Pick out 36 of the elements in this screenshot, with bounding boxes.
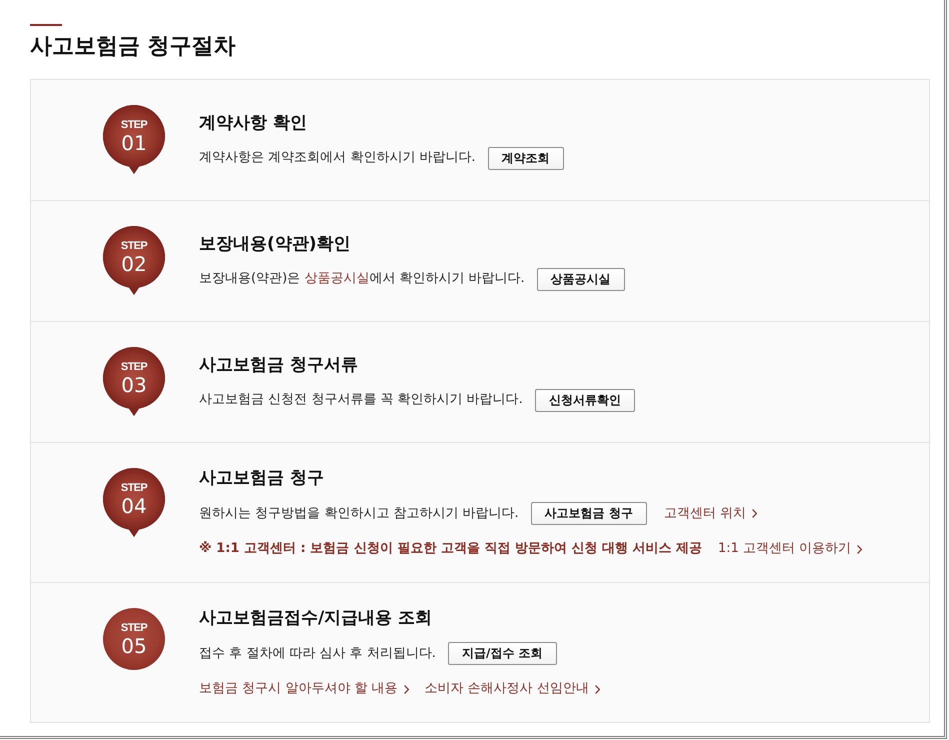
- text-link[interactable]: 소비자 손해사정사 선임안내: [424, 679, 600, 699]
- step-label: STEP: [120, 240, 148, 252]
- chevron-icon: [857, 544, 862, 554]
- chevron-icon: [594, 684, 600, 694]
- chevron-icon: [752, 509, 757, 518]
- step-title: 보장내용(약관)확인: [199, 232, 352, 254]
- step-label: STEP: [120, 482, 148, 494]
- text-link[interactable]: 고객센터 위치: [664, 504, 757, 524]
- action-button[interactable]: 상품공시실: [536, 268, 625, 290]
- step-number: 02: [121, 253, 147, 275]
- action-button[interactable]: 지급/접수 조회: [448, 642, 556, 665]
- step-title: 사고보험금접수/지급내용 조회: [199, 607, 434, 629]
- step-number: 05: [121, 635, 147, 657]
- step-description: 원하시는 청구방법을 확인하시고 참고하시기 바랍니다.: [199, 504, 519, 522]
- notice-text: ※ 1:1 고객센터 : 보험금 신청이 필요한 고객을 직접 방문하여 신청 대행 서비스 제공: [199, 540, 702, 558]
- step-label: STEP: [120, 361, 148, 373]
- step-description: 사고보험금 신청전 청구서류를 꼭 확인하시기 바랍니다.: [199, 391, 523, 409]
- text-link[interactable]: 보험금 청구시 알아두셔야 할 내용: [199, 679, 409, 699]
- step-number: 04: [121, 495, 147, 517]
- step-description: 접수 후 절차에 따라 심사 후 처리됩니다.: [199, 644, 436, 662]
- step-label: STEP: [120, 119, 148, 131]
- page-title: 사고보험금 청구절차: [30, 34, 237, 60]
- text-link[interactable]: 상품공시실: [304, 271, 370, 286]
- chevron-icon: [404, 684, 409, 694]
- step-description: 계약사항은 계약조회에서 확인하시기 바랍니다.: [199, 149, 476, 167]
- action-button[interactable]: 신청서류확인: [534, 388, 635, 412]
- step-title: 사고보험금 청구서류: [199, 354, 359, 376]
- step-title: 계약사항 확인: [199, 112, 308, 134]
- action-button[interactable]: 사고보험금 청구: [530, 502, 647, 525]
- step-number: 01: [121, 132, 147, 154]
- action-button[interactable]: 계약조회: [488, 146, 564, 170]
- text-link[interactable]: 1:1 고객센터 이용하기: [718, 539, 862, 559]
- step-label: STEP: [120, 622, 148, 634]
- step-description: 보장내용(약관)은 상품공시실에서 확인하시기 바랍니다.: [199, 270, 525, 288]
- step-number: 03: [121, 374, 147, 396]
- step-title: 사고보험금 청구: [199, 467, 325, 489]
